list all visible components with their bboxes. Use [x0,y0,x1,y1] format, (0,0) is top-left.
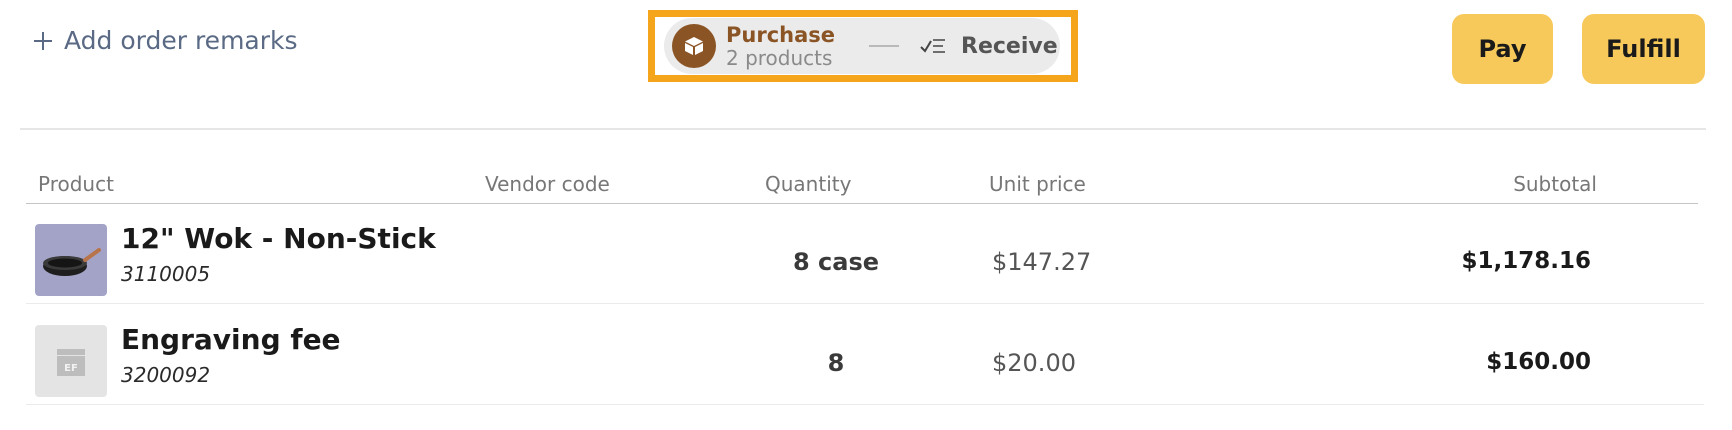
fulfill-button[interactable]: Fulfill [1582,14,1705,84]
column-header-quantity: Quantity [765,172,852,196]
checklist-icon [919,35,947,57]
product-sku: 3110005 [121,262,211,286]
product-quantity: 8 case [792,248,880,276]
step-receive-label[interactable]: Receive [961,34,1058,59]
table-row[interactable]: EF Engraving fee 3200092 8 $20.00 $160.0… [26,305,1704,405]
product-name[interactable]: 12" Wok - Non-Stick [121,222,436,255]
product-name[interactable]: Engraving fee [121,323,341,356]
product-quantity: 8 [827,349,845,377]
column-header-subtotal: Subtotal [1513,172,1597,196]
section-divider [20,128,1706,130]
order-stepper[interactable]: Purchase 2 products Receive [664,18,1060,74]
wok-image [35,224,107,296]
box-icon [672,24,716,68]
product-sku: 3200092 [121,363,211,387]
step-purchase-title: Purchase [726,22,836,47]
plus-icon [34,31,52,50]
add-order-remarks-label: Add order remarks [64,26,298,55]
product-subtotal: $160.00 [1486,349,1591,375]
column-header-vendor-code: Vendor code [485,172,610,196]
step-purchase[interactable]: Purchase 2 products [726,22,836,70]
column-header-product: Product [38,172,114,196]
table-row[interactable]: 12" Wok - Non-Stick 3110005 8 case $147.… [26,204,1704,304]
product-subtotal: $1,178.16 [1461,248,1592,274]
product-unit-price: $147.27 [992,248,1092,276]
add-order-remarks-button[interactable]: Add order remarks [32,26,298,55]
box-placeholder-icon: EF [35,325,107,397]
product-unit-price: $20.00 [992,349,1076,377]
pay-button[interactable]: Pay [1452,14,1553,84]
step-connector [869,45,900,47]
step-purchase-subtitle: 2 products [726,45,833,70]
placeholder-initials: EF [64,363,78,374]
column-header-unit-price: Unit price [989,172,1086,196]
